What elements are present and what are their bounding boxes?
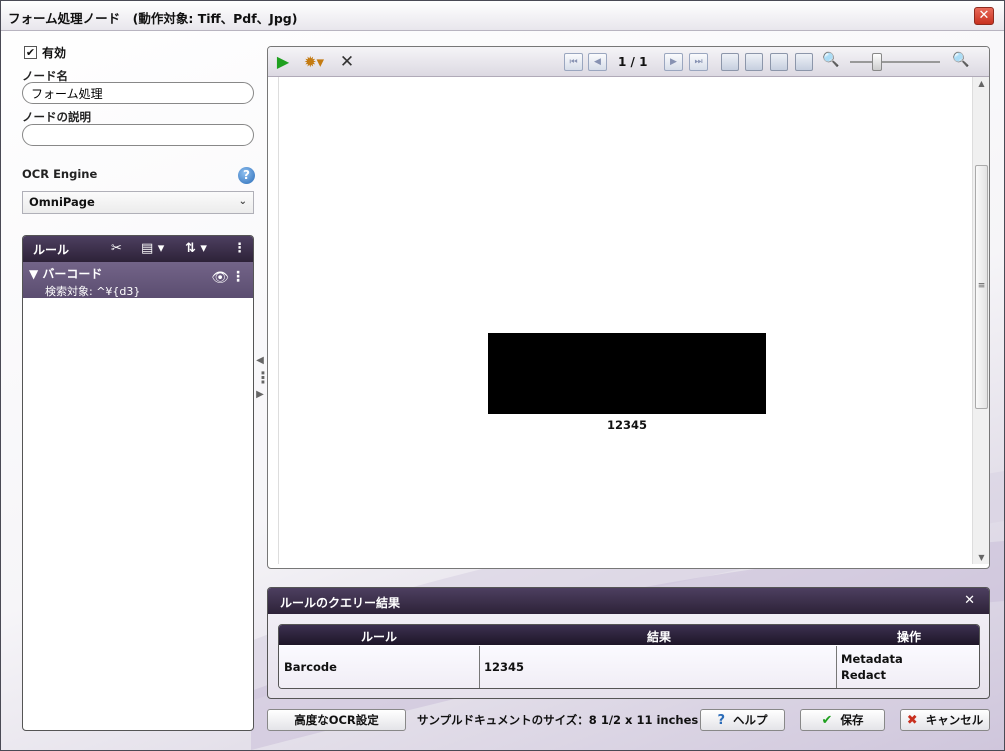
next-page-button[interactable]: ▶ bbox=[664, 53, 683, 71]
results-table-header: ルール 結果 操作 bbox=[279, 625, 979, 645]
rule-query-results-panel: ルールのクエリー結果 ✕ ルール 結果 操作 Barcode 12345 Met… bbox=[267, 587, 990, 699]
help-icon: ? bbox=[717, 713, 726, 728]
zoom-in-icon[interactable]: 🔍 bbox=[952, 52, 969, 68]
cancel-button-label: キャンセル bbox=[925, 713, 984, 727]
fit-page-icon[interactable] bbox=[745, 53, 763, 71]
action-metadata[interactable]: Metadata bbox=[841, 652, 903, 666]
barcode-redaction-box bbox=[488, 333, 766, 414]
clear-button[interactable]: ✕ bbox=[339, 52, 355, 72]
help-button[interactable]: ? ヘルプ bbox=[700, 709, 785, 731]
first-page-button[interactable]: ⏮ bbox=[564, 53, 583, 71]
zoom-slider-thumb[interactable] bbox=[872, 53, 882, 71]
last-page-button[interactable]: ⏭ bbox=[689, 53, 708, 71]
advanced-ocr-settings-button[interactable]: 高度なOCR設定 bbox=[267, 709, 406, 731]
viewer-toolbar: ▶ ✹▾ ✕ ⏮ ◀ 1 / 1 ▶ ⏭ 🔍 🔍 bbox=[268, 47, 989, 77]
image-view-icon[interactable] bbox=[721, 53, 739, 71]
column-divider bbox=[836, 646, 837, 688]
column-header-rule: ルール bbox=[361, 630, 398, 644]
node-description-input[interactable] bbox=[22, 124, 254, 146]
enabled-checkbox[interactable]: ✔ bbox=[24, 46, 37, 59]
expand-triangle-icon[interactable]: ▼ bbox=[29, 267, 38, 281]
sample-document-size: サンプルドキュメントのサイズ：8 1/2 x 11 inches bbox=[417, 713, 699, 727]
rule-item-name: バーコード bbox=[42, 267, 103, 281]
results-title: ルールのクエリー結果 bbox=[280, 596, 401, 610]
zoom-slider-track[interactable] bbox=[850, 61, 940, 63]
page-indicator: 1 / 1 bbox=[618, 55, 648, 69]
clear-rules-icon[interactable]: ✂ bbox=[111, 241, 122, 256]
save-button-label: 保存 bbox=[840, 713, 864, 727]
scroll-up-icon[interactable]: ▲ bbox=[973, 79, 989, 88]
zoom-out-icon[interactable]: 🔍 bbox=[822, 52, 839, 68]
rule-menu-icon[interactable]: ⋮ bbox=[231, 269, 245, 285]
add-rule-icon[interactable]: ▤ ▾ bbox=[141, 241, 164, 256]
prev-page-button[interactable]: ◀ bbox=[588, 53, 607, 71]
title-bar: フォーム処理ノード (動作対象: Tiff、Pdf、Jpg) ✕ bbox=[1, 1, 1004, 31]
enabled-checkbox-row[interactable]: ✔ 有効 bbox=[24, 44, 66, 61]
collapse-left-icon[interactable]: ◀ bbox=[255, 355, 265, 367]
actual-size-icon[interactable] bbox=[795, 53, 813, 71]
rules-header-title: ルール bbox=[33, 242, 70, 257]
splitter-grip-icon: ⋮ bbox=[255, 368, 271, 387]
scroll-down-icon[interactable]: ▼ bbox=[973, 553, 989, 562]
table-row[interactable]: Barcode 12345 Metadata Redact bbox=[279, 646, 979, 688]
scroll-thumb[interactable]: ≡ bbox=[975, 165, 988, 409]
checkmark-icon: ✔ bbox=[821, 713, 833, 728]
column-header-result: 結果 bbox=[647, 630, 672, 644]
node-name-input[interactable] bbox=[22, 82, 254, 104]
ocr-engine-selected: OmniPage bbox=[29, 195, 95, 209]
fit-width-icon[interactable] bbox=[770, 53, 788, 71]
window-title: フォーム処理ノード (動作対象: Tiff、Pdf、Jpg) bbox=[8, 11, 298, 26]
results-header: ルールのクエリー結果 ✕ bbox=[268, 588, 989, 614]
column-header-action: 操作 bbox=[897, 630, 922, 644]
results-table: ルール 結果 操作 Barcode 12345 Metadata Redact bbox=[278, 624, 980, 689]
cell-result: 12345 bbox=[484, 660, 525, 674]
form-processing-node-window: フォーム処理ノード (動作対象: Tiff、Pdf、Jpg) ✕ ✔ 有効 ノー… bbox=[0, 0, 1005, 751]
run-button[interactable]: ▶ bbox=[275, 52, 291, 72]
results-close-icon[interactable]: ✕ bbox=[964, 593, 975, 608]
save-button[interactable]: ✔ 保存 bbox=[800, 709, 885, 731]
ocr-engine-label: OCR Engine bbox=[22, 167, 98, 181]
expand-right-icon[interactable]: ▶ bbox=[255, 389, 265, 401]
ocr-engine-select[interactable]: OmniPage ⌄ bbox=[22, 191, 254, 214]
barcode-value: 12345 bbox=[606, 418, 647, 432]
cancel-x-icon: ✖ bbox=[906, 713, 918, 728]
rules-header: ルール ✂ ▤ ▾ ⇅ ▾ ⋮ bbox=[23, 236, 253, 262]
action-redact[interactable]: Redact bbox=[841, 668, 886, 682]
chevron-down-icon: ⌄ bbox=[238, 196, 247, 207]
viewer-vertical-scrollbar[interactable]: ▲ ≡ ▼ bbox=[972, 77, 989, 564]
panel-splitter[interactable]: ◀ ⋮ ▶ bbox=[255, 355, 271, 421]
node-description-label: ノードの説明 bbox=[22, 110, 91, 124]
ocr-help-icon[interactable]: ? bbox=[238, 167, 255, 184]
copy-rule-icon[interactable]: ⇅ ▾ bbox=[185, 241, 207, 256]
rule-item-barcode[interactable]: ▼ バーコード 検索対象: ^¥{d3} 👁 ⋮ bbox=[23, 262, 253, 298]
document-viewer: ▶ ✹▾ ✕ ⏮ ◀ 1 / 1 ▶ ⏭ 🔍 🔍 12345 ▲ ≡ ▼ bbox=[267, 46, 990, 569]
window-close-button[interactable]: ✕ bbox=[974, 7, 994, 25]
cell-rule: Barcode bbox=[284, 660, 337, 674]
rules-panel: ルール ✂ ▤ ▾ ⇅ ▾ ⋮ ▼ バーコード 検索対象: ^¥{d3} 👁 ⋮ bbox=[22, 235, 254, 731]
cancel-button[interactable]: ✖ キャンセル bbox=[900, 709, 990, 731]
enabled-label: 有効 bbox=[42, 46, 67, 60]
settings-gear-icon[interactable]: ✹▾ bbox=[300, 52, 328, 72]
document-page[interactable]: 12345 bbox=[278, 77, 973, 564]
column-divider bbox=[479, 646, 480, 688]
rules-menu-icon[interactable]: ⋮ bbox=[233, 241, 246, 256]
eye-icon[interactable]: 👁 bbox=[211, 270, 229, 286]
help-button-label: ヘルプ bbox=[733, 713, 768, 727]
